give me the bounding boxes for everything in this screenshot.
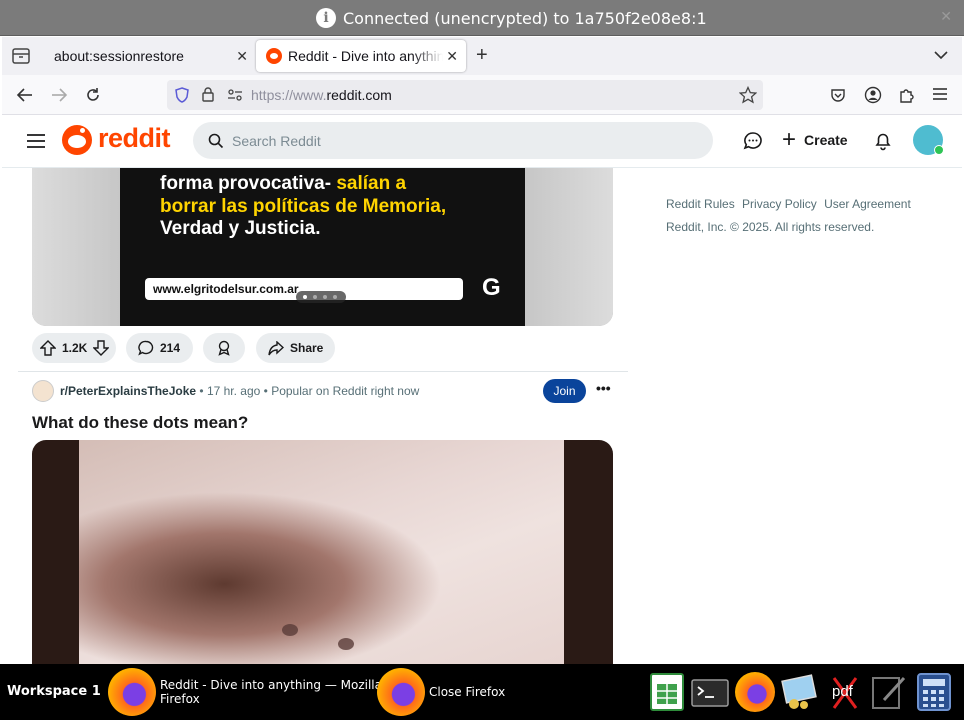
taskbar: Workspace 1 Reddit - Dive into anything … [0,664,964,720]
post-meta: r/PeterExplainsTheJoke • 17 hr. ago • Po… [32,380,419,402]
feed-content: forma provocativa- salían a borrar las p… [2,168,962,664]
firefox-window-title[interactable]: Reddit - Dive into anything — Mozilla Fi… [160,678,382,706]
terminal-icon[interactable] [691,672,729,712]
firefox-icon[interactable] [108,668,156,716]
calculator-icon[interactable] [915,672,953,712]
url-prefix: https://www. [251,87,327,103]
share-button[interactable]: Share [256,333,335,363]
subreddit-link[interactable]: r/PeterExplainsTheJoke [60,384,196,398]
plus-icon: + [782,126,797,153]
url-domain: reddit.com [326,87,392,103]
tab-label: Reddit - Dive into anything [288,48,443,64]
award-button[interactable] [203,333,245,363]
lock-icon[interactable] [202,87,214,102]
account-icon[interactable] [864,86,882,104]
reddit-menu-icon[interactable] [26,133,46,149]
back-arrow-icon[interactable] [16,87,34,103]
firefox-icon[interactable] [377,668,425,716]
share-label: Share [290,341,324,355]
comment-count: 214 [160,341,181,355]
award-icon [218,340,230,356]
share-icon [268,341,284,356]
sidebar-links: Reddit Rules Privacy Policy User Agreeme… [666,197,915,211]
image-text-line: Verdad y Justicia. [160,218,321,239]
bookmark-star-icon[interactable] [739,86,757,104]
upvote-icon[interactable] [40,340,56,356]
post-title[interactable]: What do these dots mean? [32,413,248,433]
reddit-header: reddit Search Reddit + Create [2,115,962,168]
connection-status: Connected (unencrypted) to 1a750f2e08e8:… [343,9,707,28]
search-placeholder: Search Reddit [232,133,321,149]
svg-text:pdf: pdf [832,683,854,700]
new-tab-plus-icon[interactable]: + [476,44,488,67]
pdf-tool-icon[interactable]: pdf [826,672,864,712]
reddit-rules-link[interactable]: Reddit Rules [666,197,735,211]
close-icon[interactable]: ✕ [940,8,952,25]
comment-icon [138,340,154,356]
post-divider [18,371,628,372]
search-input[interactable]: Search Reddit [193,122,713,159]
image-logo: G [482,274,501,301]
tab-strip: about:sessionrestore ✕ Reddit - Dive int… [2,37,962,75]
create-button[interactable]: + Create [782,126,848,153]
pocket-icon[interactable] [830,87,846,103]
reload-icon[interactable] [84,86,102,104]
more-options-icon[interactable]: ••• [596,380,611,396]
info-icon: i [316,8,336,28]
text-editor-icon[interactable] [870,672,908,712]
tab-reddit[interactable]: Reddit - Dive into anything ✕ [256,40,466,72]
comments-button[interactable]: 214 [126,333,193,363]
tab-sessionrestore[interactable]: about:sessionrestore ✕ [44,40,256,72]
close-firefox-label[interactable]: Close Firefox [429,685,505,699]
workspace-label[interactable]: Workspace 1 [7,684,101,699]
hamburger-menu-icon[interactable] [932,87,948,101]
popular-note: Popular on Reddit right now [271,384,420,398]
reddit-logo-icon[interactable] [62,125,92,155]
forward-arrow-icon[interactable] [50,87,68,103]
post-image[interactable] [32,440,613,664]
permissions-icon[interactable] [227,89,243,101]
extensions-icon[interactable] [898,86,916,104]
navigation-toolbar: https://www.reddit.com [2,75,962,115]
downvote-icon[interactable] [93,340,109,356]
image-viewer-icon[interactable] [780,672,818,712]
firefox-launcher-icon[interactable] [735,672,775,712]
subreddit-avatar-icon[interactable] [32,380,54,402]
copyright-text: Reddit, Inc. © 2025. All rights reserved… [666,220,875,234]
firefox-view-icon[interactable] [12,48,30,64]
list-tabs-chevron-icon[interactable] [934,50,948,60]
post-image: forma provocativa- salían a borrar las p… [120,168,525,326]
reddit-favicon-icon [266,48,282,64]
url-bar[interactable]: https://www.reddit.com [167,80,763,110]
user-agreement-link[interactable]: User Agreement [824,197,911,211]
spreadsheet-icon[interactable] [648,672,686,712]
post-time: • 17 hr. ago • [199,384,268,398]
upvote-count: 1.2K [62,341,88,355]
post-image-carousel[interactable]: forma provocativa- salían a borrar las p… [32,168,613,326]
notification-bell-icon[interactable] [873,131,893,151]
image-text-line: forma provocativa- salían a [160,173,407,194]
user-avatar[interactable] [913,125,944,155]
close-tab-icon[interactable]: ✕ [236,48,248,65]
tracking-shield-icon[interactable] [175,87,189,103]
privacy-policy-link[interactable]: Privacy Policy [742,197,817,211]
chat-icon[interactable] [743,131,763,151]
create-label: Create [804,132,848,148]
reddit-wordmark[interactable]: reddit [98,123,171,154]
url-text: https://www.reddit.com [251,87,392,103]
close-tab-icon[interactable]: ✕ [446,48,458,65]
image-text-line: borrar las políticas de Memoria, [160,196,447,217]
tab-label: about:sessionrestore [54,48,184,64]
carousel-dots[interactable] [296,291,346,303]
vnc-connection-bar: i Connected (unencrypted) to 1a750f2e08e… [0,0,964,36]
search-icon [208,133,224,149]
vote-pill: 1.2K [32,333,116,363]
join-button[interactable]: Join [543,379,586,403]
